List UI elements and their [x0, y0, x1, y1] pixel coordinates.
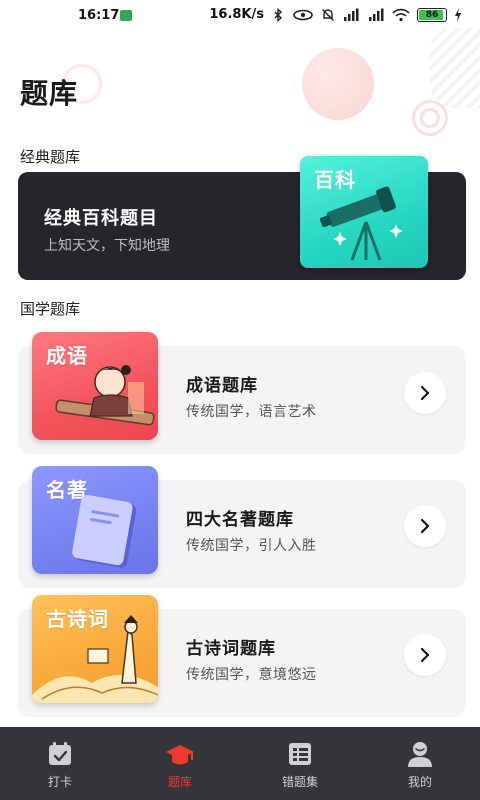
signal-icon-2: [369, 8, 384, 21]
status-bar: 16:17 16.8K/s 86: [0, 0, 480, 32]
nav-item-question-bank[interactable]: 题库: [120, 727, 240, 800]
nav-item-checkin[interactable]: 打卡: [0, 727, 120, 800]
status-indicators: 16.8K/s 86: [209, 7, 462, 22]
poetry-thumbnail: 古诗词: [32, 595, 158, 703]
chevron-right-icon: [420, 385, 430, 401]
user-icon: [408, 742, 432, 767]
graduation-cap-icon: [166, 745, 194, 765]
nav-label-wrong-questions: 错题集: [281, 775, 318, 789]
idiom-thumbnail: 成语: [32, 332, 158, 440]
idiom-subtitle: 传统国学，语言艺术: [186, 404, 317, 420]
classic-card-title: 经典百科题目: [44, 208, 158, 229]
poetry-subtitle: 传统国学，意境悠远: [186, 667, 317, 683]
bluetooth-icon: [274, 7, 283, 22]
classics-title: 四大名著题库: [186, 510, 294, 530]
scholar-guqin-icon: [55, 365, 155, 426]
idiom-title: 成语题库: [186, 376, 258, 396]
signal-icon-1: [344, 8, 359, 21]
eye-comfort-icon: [293, 9, 313, 20]
wrong-questions-icon: [289, 743, 311, 765]
mute-bell-icon: [322, 8, 334, 21]
decor-circle: [302, 48, 374, 120]
book-icon: [72, 494, 137, 568]
classics-arrow-button[interactable]: [404, 505, 446, 547]
page-title: 题库: [20, 77, 79, 110]
status-time: 16:17: [78, 8, 120, 23]
nav-label-question-bank: 题库: [167, 775, 192, 789]
poetry-arrow-button[interactable]: [404, 634, 446, 676]
battery-level: 86: [425, 9, 439, 20]
section-label-classic: 经典题库: [20, 148, 81, 166]
bottom-nav: 打卡 题库 错题集 我的: [0, 727, 480, 800]
battery-icon: 86: [417, 7, 447, 22]
network-speed: 16.8K/s: [209, 7, 264, 22]
decor-ring-inner: [420, 108, 440, 128]
decor-stripes: [430, 28, 480, 108]
encyclopedia-badge[interactable]: 百科: [300, 156, 428, 268]
telescope-icon: [319, 186, 403, 261]
section-label-guoxue: 国学题库: [20, 300, 81, 318]
charging-icon: [455, 7, 461, 22]
idiom-arrow-button[interactable]: [404, 372, 446, 414]
classics-subtitle: 传统国学，引人入胜: [186, 538, 317, 554]
poetry-title: 古诗词题库: [186, 639, 276, 659]
nav-label-checkin: 打卡: [47, 775, 72, 789]
poet-landscape-icon: [32, 615, 158, 703]
chevron-right-icon: [420, 647, 430, 663]
classics-thumbnail: 名著: [32, 466, 158, 574]
classic-card-subtitle: 上知天文，下知地理: [44, 238, 170, 254]
nav-label-profile: 我的: [407, 775, 432, 789]
calendar-check-icon: [49, 742, 71, 765]
wifi-icon: [392, 8, 410, 21]
notification-icon: [120, 10, 132, 21]
nav-item-wrong-questions[interactable]: 错题集: [240, 727, 360, 800]
nav-item-profile[interactable]: 我的: [360, 727, 480, 800]
chevron-right-icon: [420, 518, 430, 534]
